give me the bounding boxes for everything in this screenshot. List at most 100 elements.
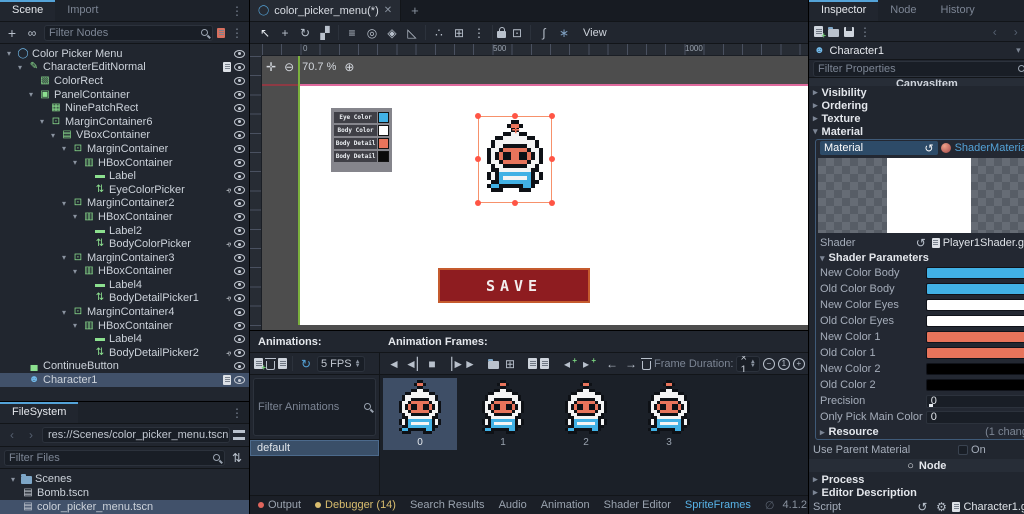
zoom-in-button[interactable]: +: [793, 358, 805, 370]
ruler-tool-icon[interactable]: ◺: [403, 25, 421, 41]
delete-animation-icon[interactable]: [266, 361, 275, 370]
tab-node[interactable]: Node: [878, 0, 928, 21]
visibility-eye-icon[interactable]: [234, 281, 245, 289]
tree-item-margincontainer3[interactable]: ▾⊡MarginContainer3: [0, 251, 249, 265]
group-icon[interactable]: ⊡: [508, 25, 526, 41]
visibility-eye-icon[interactable]: [234, 159, 245, 167]
precision-input[interactable]: 0: [926, 395, 1024, 408]
visibility-eye-icon[interactable]: [234, 308, 245, 316]
color-swatch[interactable]: [378, 151, 389, 162]
script-attached-icon[interactable]: [223, 62, 231, 72]
close-tab-icon[interactable]: ✕: [384, 5, 392, 16]
stop-icon[interactable]: ■: [424, 356, 440, 372]
zoom-out-icon[interactable]: ⊖: [284, 60, 294, 74]
instance-scene-icon[interactable]: ∞: [24, 25, 40, 41]
tree-item-panelcontainer[interactable]: ▾▣PanelContainer: [0, 88, 249, 102]
new-tab-icon[interactable]: +: [401, 0, 429, 21]
history-forward-icon[interactable]: ›: [1008, 24, 1024, 40]
visibility-eye-icon[interactable]: [234, 267, 245, 275]
scene-dock-menu-icon[interactable]: ⋮: [225, 0, 249, 21]
pivot-tool-icon[interactable]: ◎: [363, 25, 381, 41]
insert-after-icon[interactable]: ▸+: [578, 356, 594, 372]
bottom-panel-audio[interactable]: Audio: [499, 499, 527, 511]
tree-item-label4[interactable]: ▬Label4: [0, 332, 249, 346]
canvas-viewport[interactable]: 05001000 ✛ ⊖ 70.7 % ⊕ Eye ColorBody Colo…: [250, 44, 808, 330]
zoom-reset-button[interactable]: 1: [778, 358, 790, 370]
fs-display-mode-icon[interactable]: [233, 430, 245, 440]
tree-item-hboxcontainer[interactable]: ▾▥HBoxContainer: [0, 265, 249, 279]
fs-sort-icon[interactable]: ⇅: [229, 450, 245, 466]
tree-item-hboxcontainer[interactable]: ▾▥HBoxContainer: [0, 156, 249, 170]
frame-duration-input[interactable]: × 1▲▼: [736, 356, 759, 372]
load-frames-icon[interactable]: [488, 361, 499, 369]
handle-e[interactable]: [549, 156, 555, 162]
fps-input[interactable]: 5 FPS▲▼: [317, 356, 365, 372]
visibility-eye-icon[interactable]: [234, 50, 245, 58]
twist-icon[interactable]: ▾: [59, 253, 69, 262]
autoplay-icon[interactable]: [278, 358, 287, 369]
signal-connected-icon[interactable]: »: [223, 293, 234, 303]
param-color-swatch[interactable]: [926, 283, 1024, 295]
move-right-icon[interactable]: →: [623, 356, 639, 372]
play-backwards-icon[interactable]: ◄: [386, 356, 402, 372]
material-value[interactable]: ShaderMaterial ▾: [941, 142, 1024, 154]
tree-item-charactereditnormal[interactable]: ▾✎CharacterEditNormal: [0, 61, 249, 75]
pan-tool-icon[interactable]: ◈: [383, 25, 401, 41]
resource-extra-icon[interactable]: ⋮: [859, 25, 871, 39]
stepper-icon[interactable]: ▲▼: [355, 360, 361, 368]
load-resource-icon[interactable]: [828, 29, 839, 37]
delete-frame-icon[interactable]: [642, 361, 651, 370]
twist-icon[interactable]: ▾: [37, 117, 47, 126]
section-texture[interactable]: ▸Texture: [809, 112, 1024, 125]
snap-options-icon[interactable]: ⋮: [470, 25, 488, 41]
bottom-panel-search-results[interactable]: Search Results: [410, 499, 485, 511]
twist-icon[interactable]: ▾: [70, 321, 80, 330]
zoom-percent[interactable]: 70.7 %: [302, 61, 336, 73]
color-swatch[interactable]: [378, 138, 389, 149]
twist-icon[interactable]: ▾: [59, 308, 69, 317]
filter-properties-input[interactable]: Filter Properties: [813, 61, 1024, 77]
fs-item-bomb-tscn[interactable]: ▤Bomb.tscn: [0, 486, 249, 500]
twist-icon[interactable]: ▾: [26, 90, 36, 99]
twist-icon[interactable]: ▾: [59, 144, 69, 153]
signal-connected-icon[interactable]: »: [223, 185, 234, 195]
move-left-icon[interactable]: ←: [604, 356, 620, 372]
twist-icon[interactable]: ▾: [70, 158, 80, 167]
visibility-eye-icon[interactable]: [234, 186, 245, 194]
signal-connected-icon[interactable]: »: [223, 239, 234, 249]
param-color-swatch[interactable]: [926, 363, 1024, 375]
visibility-eye-icon[interactable]: [234, 213, 245, 221]
bottom-panel-spriteframes[interactable]: SpriteFrames: [685, 499, 751, 511]
fs-forward-icon[interactable]: ›: [23, 427, 39, 443]
param-color-swatch[interactable]: [926, 299, 1024, 311]
scene-tab-color-picker-menu[interactable]: ◯ color_picker_menu(*) ✕: [250, 0, 401, 21]
section-material[interactable]: ▾Material: [809, 125, 1024, 138]
only-pick-input[interactable]: 0 ▲▼: [926, 411, 1024, 424]
visibility-eye-icon[interactable]: [234, 145, 245, 153]
visibility-eye-icon[interactable]: [234, 335, 245, 343]
visibility-eye-icon[interactable]: [234, 240, 245, 248]
visibility-eye-icon[interactable]: [234, 254, 245, 262]
tree-item-margincontainer2[interactable]: ▾⊡MarginContainer2: [0, 197, 249, 211]
twist-icon[interactable]: ▾: [70, 212, 80, 221]
filesystem-menu-icon[interactable]: ⋮: [225, 402, 249, 423]
visibility-eye-icon[interactable]: [234, 227, 245, 235]
skeleton-options-icon[interactable]: ∗: [555, 25, 573, 41]
script-value[interactable]: Character1.gd: [963, 501, 1024, 513]
use-parent-material-checkbox[interactable]: [958, 445, 968, 455]
filter-nodes-input[interactable]: Filter Nodes: [44, 25, 213, 41]
add-node-icon[interactable]: +: [4, 25, 20, 41]
fs-item-scenes[interactable]: ▾Scenes: [0, 472, 249, 486]
fs-back-icon[interactable]: ‹: [4, 427, 20, 443]
tree-item-continuebutton[interactable]: ▄ContinueButton: [0, 360, 249, 374]
animation-item-default[interactable]: default: [250, 440, 379, 456]
copy-frame-icon[interactable]: [528, 358, 537, 369]
tab-history[interactable]: History: [929, 0, 987, 21]
insert-before-icon[interactable]: ◂+: [559, 356, 575, 372]
bone-icon[interactable]: ∫: [535, 25, 553, 41]
select-tool-icon[interactable]: ↖: [256, 25, 274, 41]
frame-0[interactable]: 0: [383, 378, 457, 450]
add-animation-icon[interactable]: +: [254, 358, 263, 369]
play-backwards-current-icon[interactable]: ◄▏: [405, 356, 421, 372]
visibility-eye-icon[interactable]: [234, 91, 245, 99]
